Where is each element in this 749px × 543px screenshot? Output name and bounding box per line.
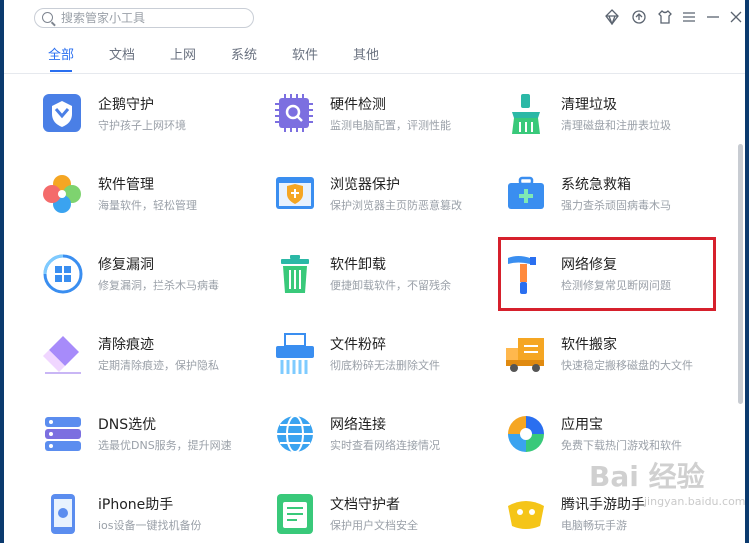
watermark: Bai 经验: [589, 460, 705, 493]
title-bar: [4, 0, 745, 36]
tool-item[interactable]: 浏览器保护 保护浏览器主页防恶意篡改: [273, 172, 493, 232]
tools-window: 全部 文档 上网 系统 软件 其他 企鹅守护 守护孩子上网环境 硬件检测 监测电…: [4, 0, 745, 543]
tool-name: 网络连接: [330, 417, 386, 433]
tool-name: 文件粉碎: [330, 337, 386, 353]
tool-desc: 便捷卸载软件，不留残余: [330, 279, 451, 292]
tool-item[interactable]: 企鹅守护 守护孩子上网环境: [41, 92, 261, 152]
eraser-icon: [41, 332, 85, 376]
hammer-icon: [504, 252, 548, 296]
game-icon: [504, 492, 548, 536]
tool-name: 应用宝: [561, 417, 603, 433]
tool-item[interactable]: 系统急救箱 强力查杀顽固病毒木马: [504, 172, 724, 232]
tab-other[interactable]: 其他: [353, 46, 379, 70]
tool-name: 企鹅守护: [98, 97, 154, 113]
tool-desc: 实时查看网络连接情况: [330, 439, 440, 452]
tool-item[interactable]: 网络修复 检测修复常见断网问题: [504, 252, 724, 312]
tab-documents[interactable]: 文档: [109, 46, 135, 70]
flower-icon: [41, 172, 85, 216]
tool-desc: 选最优DNS服务，提升网速: [98, 439, 232, 452]
tool-desc: 电脑畅玩手游: [561, 519, 627, 532]
tool-name: 清理垃圾: [561, 97, 617, 113]
tool-desc: 海量软件，轻松管理: [98, 199, 197, 212]
tab-all[interactable]: 全部: [48, 46, 74, 72]
search-input[interactable]: [61, 10, 246, 26]
tool-item[interactable]: 软件搬家 快速稳定搬移磁盘的大文件: [504, 332, 724, 392]
tool-name: 网络修复: [561, 257, 617, 273]
tool-desc: 免费下载热门游戏和软件: [561, 439, 682, 452]
trash-icon: [273, 252, 317, 296]
tool-item[interactable]: 软件卸载 便捷卸载软件，不留残余: [273, 252, 493, 312]
tool-item[interactable]: 清除痕迹 定期清除痕迹，保护隐私: [41, 332, 261, 392]
tool-desc: 修复漏洞，拦杀木马病毒: [98, 279, 219, 292]
app-store-icon: [504, 412, 548, 456]
tool-desc: 彻底粉碎无法删除文件: [330, 359, 440, 372]
phone-icon: [41, 492, 85, 536]
tool-desc: 监测电脑配置，评测性能: [330, 119, 451, 132]
tool-name: 修复漏洞: [98, 257, 154, 273]
scrollbar[interactable]: [737, 74, 745, 543]
windows-repair-icon: [41, 252, 85, 296]
tool-name: 软件管理: [98, 177, 154, 193]
tool-name: 腾讯手游助手: [561, 497, 645, 513]
tool-desc: 保护浏览器主页防恶意篡改: [330, 199, 462, 212]
browser-shield-icon: [273, 172, 317, 216]
tool-desc: 清理磁盘和注册表垃圾: [561, 119, 671, 132]
tool-item[interactable]: 清理垃圾 清理磁盘和注册表垃圾: [504, 92, 724, 152]
tool-desc: ios设备一键找机备份: [98, 519, 202, 532]
truck-icon: [504, 332, 548, 376]
tab-software[interactable]: 软件: [292, 46, 318, 70]
tool-desc: 快速稳定搬移磁盘的大文件: [561, 359, 693, 372]
tool-name: iPhone助手: [98, 497, 174, 513]
tool-item[interactable]: iPhone助手 ios设备一键找机备份: [41, 492, 261, 543]
tool-name: 软件搬家: [561, 337, 617, 353]
watermark-url: jingyan.baidu.com: [644, 495, 745, 508]
tool-desc: 守护孩子上网环境: [98, 119, 186, 132]
tool-item[interactable]: 硬件检测 监测电脑配置，评测性能: [273, 92, 493, 152]
globe-icon: [273, 412, 317, 456]
minimize-icon[interactable]: [704, 9, 722, 27]
chip-icon: [273, 92, 317, 136]
shirt-icon[interactable]: [656, 9, 674, 27]
server-icon: [41, 412, 85, 456]
tool-item[interactable]: 网络连接 实时查看网络连接情况: [273, 412, 493, 472]
tool-desc: 强力查杀顽固病毒木马: [561, 199, 671, 212]
tool-item[interactable]: DNS选优 选最优DNS服务，提升网速: [41, 412, 261, 472]
tool-desc: 检测修复常见断网问题: [561, 279, 671, 292]
broom-icon: [504, 92, 548, 136]
tool-name: 文档守护者: [330, 497, 400, 513]
shredder-icon: [273, 332, 317, 376]
tool-item[interactable]: 软件管理 海量软件，轻松管理: [41, 172, 261, 232]
tool-name: 清除痕迹: [98, 337, 154, 353]
tool-item[interactable]: 修复漏洞 修复漏洞，拦杀木马病毒: [41, 252, 261, 312]
search-box[interactable]: [34, 8, 254, 28]
close-icon[interactable]: [727, 9, 745, 27]
menu-icon[interactable]: [680, 9, 698, 27]
tool-name: DNS选优: [98, 417, 157, 433]
first-aid-icon: [504, 172, 548, 216]
tool-name: 系统急救箱: [561, 177, 631, 193]
tool-name: 软件卸载: [330, 257, 386, 273]
diamond-icon[interactable]: [603, 9, 621, 27]
tool-name: 硬件检测: [330, 97, 386, 113]
tab-system[interactable]: 系统: [231, 46, 257, 70]
tool-desc: 定期清除痕迹，保护隐私: [98, 359, 219, 372]
shield-icon: [41, 92, 85, 136]
search-icon: [42, 12, 53, 23]
tab-internet[interactable]: 上网: [170, 46, 196, 70]
scrollbar-thumb[interactable]: [738, 144, 743, 404]
tool-item[interactable]: 文件粉碎 彻底粉碎无法删除文件: [273, 332, 493, 392]
tool-item[interactable]: 文档守护者 保护用户文档安全: [273, 492, 493, 543]
recycle-icon[interactable]: [630, 9, 648, 27]
document-icon: [273, 492, 317, 536]
tool-desc: 保护用户文档安全: [330, 519, 418, 532]
tool-name: 浏览器保护: [330, 177, 400, 193]
